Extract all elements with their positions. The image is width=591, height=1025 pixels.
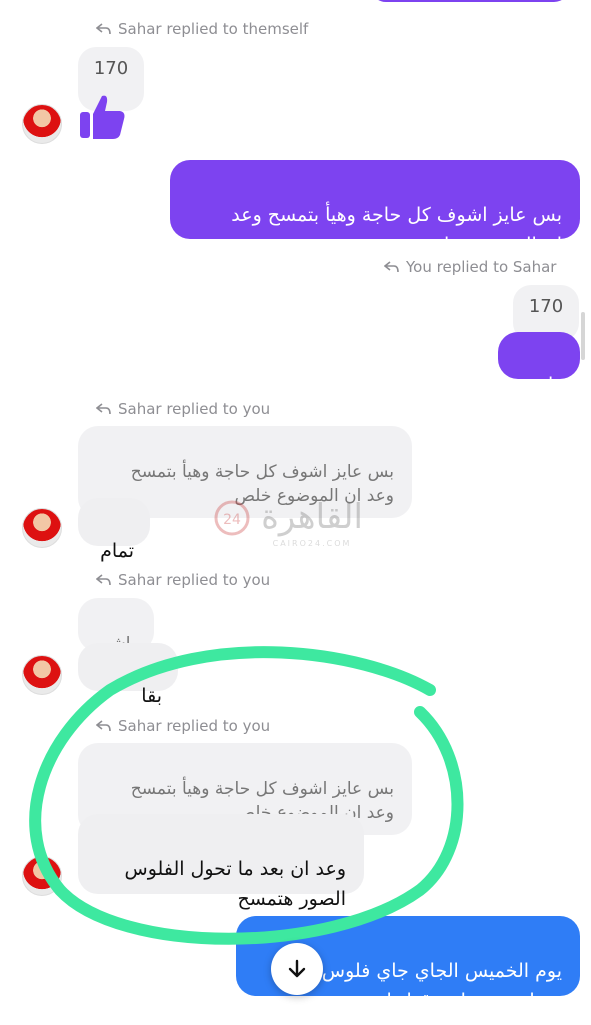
outgoing-message[interactable]: ماشي [498, 332, 580, 396]
incoming-message[interactable]: تمام [78, 498, 150, 562]
avatar[interactable] [22, 104, 62, 144]
arrow-down-icon [288, 959, 306, 978]
scroll-to-bottom-button[interactable] [271, 943, 323, 995]
reply-context-label: Sahar replied to you [96, 717, 270, 735]
svg-text:24: 24 [223, 512, 241, 528]
incoming-message[interactable]: وعد ان بعد ما تحول الفلوس الصور هتمسح [78, 814, 364, 910]
avatar[interactable] [22, 856, 62, 896]
incoming-message[interactable]: بقا [78, 643, 178, 707]
reply-arrow-icon [96, 403, 111, 415]
avatar[interactable] [22, 508, 62, 548]
watermark-logo: 24 القاهرة CAIRO24.COM [214, 497, 363, 548]
svg-text:القاهرة: القاهرة [261, 497, 363, 537]
reply-context-label: Sahar replied to themself [96, 20, 308, 38]
reply-arrow-icon [96, 720, 111, 732]
reply-context-label: Sahar replied to you [96, 400, 270, 418]
avatar[interactable] [22, 655, 62, 695]
reply-context-label: Sahar replied to you [96, 571, 270, 589]
scrollbar-thumb[interactable] [581, 312, 585, 360]
reply-context-label: You replied to Sahar [384, 258, 556, 276]
reply-arrow-icon [384, 261, 399, 273]
previous-message-bubble[interactable] [370, 0, 570, 2]
outgoing-message[interactable]: بس عايز اشوف كل حاجة وهيأ بتمسح وعد ان ا… [170, 160, 580, 256]
svg-text:CAIRO24.COM: CAIRO24.COM [273, 539, 352, 548]
reply-arrow-icon [96, 574, 111, 586]
reply-arrow-icon [96, 23, 111, 35]
thumbs-up-icon[interactable] [78, 92, 128, 142]
